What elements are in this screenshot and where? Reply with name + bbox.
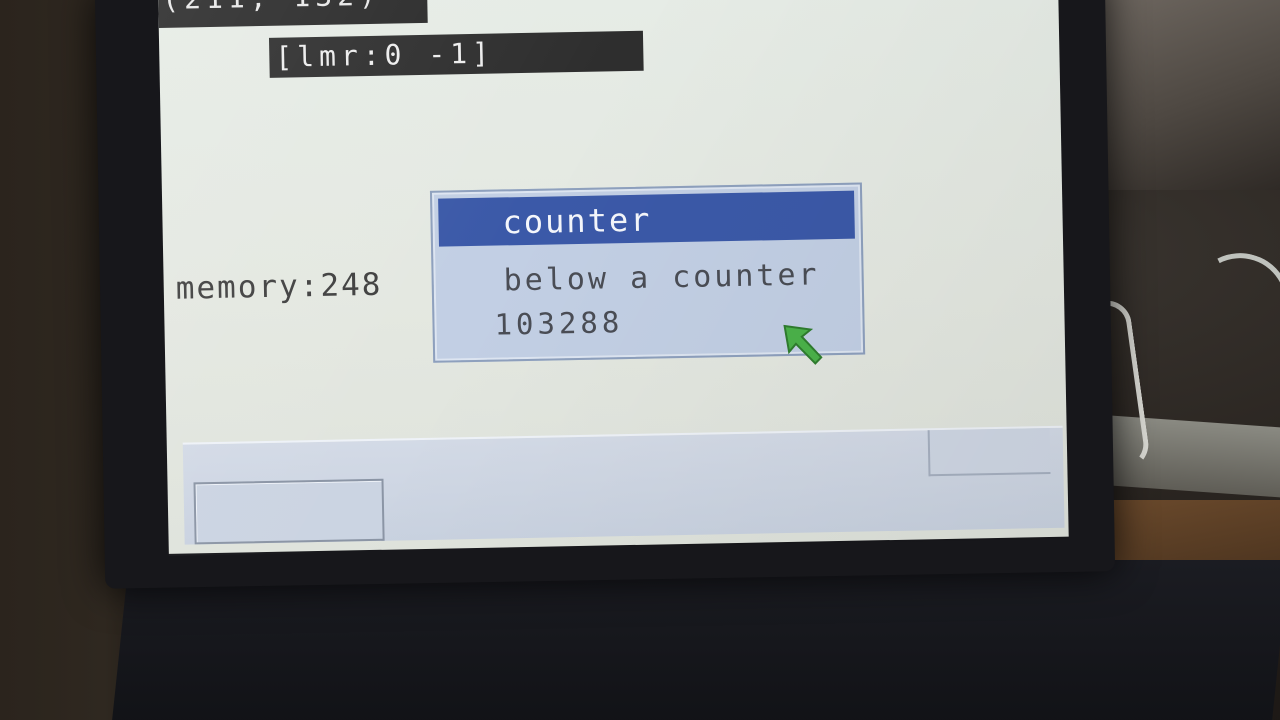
arrow-cursor-icon [783,324,823,365]
dialog-message: below a counter [503,257,820,299]
mouse-button-state-readout: [lmr:0 -1] [268,30,644,78]
photo-scene: (211, 132) [lmr:0 -1] memory:248 counter… [0,0,1280,720]
counter-value: 103288 [494,305,624,342]
memory-status-label: memory:248 [175,266,383,307]
dialog-title-bar[interactable]: counter [438,190,855,247]
background-curtain [1085,0,1280,190]
taskbar-start-button[interactable] [193,478,385,545]
taskbar [182,425,1065,545]
display-screen: (211, 132) [lmr:0 -1] memory:248 counter… [158,0,1069,554]
taskbar-tray-button[interactable] [927,427,1051,477]
mouse-coordinates-readout: (211, 132) [158,0,428,28]
dialog-title: counter [502,200,652,242]
